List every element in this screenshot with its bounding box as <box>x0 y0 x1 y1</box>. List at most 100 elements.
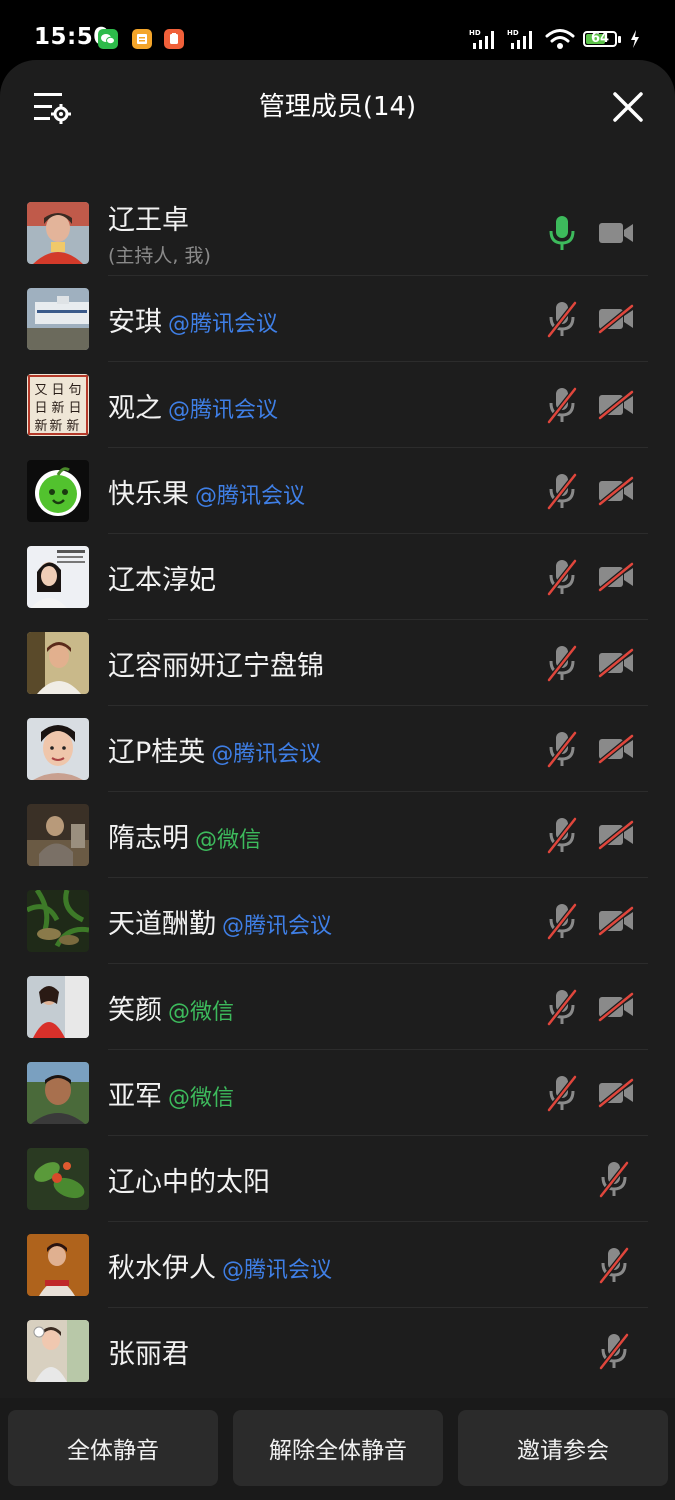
status-icons: HD HD 64 <box>469 28 641 50</box>
member-row[interactable]: 亚军 @微信 <box>0 1050 675 1136</box>
member-list: 辽王卓 (主持人, 我) 安琪 @腾讯会议 句日新 日新新 又日新 观之 @腾讯… <box>0 190 675 1394</box>
camera-off-icon[interactable] <box>598 218 634 248</box>
member-row[interactable]: 快乐果 @腾讯会议 <box>0 448 675 534</box>
microphone-muted-icon[interactable] <box>598 1332 630 1370</box>
member-source-tag: @腾讯会议 <box>195 483 306 509</box>
microphone-muted-icon[interactable] <box>546 386 578 424</box>
camera-muted-icon[interactable] <box>598 390 634 420</box>
camera-muted-icon[interactable] <box>598 906 634 936</box>
member-name-block: 辽心中的太阳 <box>108 1136 270 1222</box>
member-name-block: 辽P桂英 @腾讯会议 <box>108 706 321 792</box>
member-name-block: 亚军 @微信 <box>108 1050 234 1136</box>
avatar <box>27 546 89 608</box>
member-name: 秋水伊人 <box>108 1252 216 1284</box>
avatar <box>27 976 89 1038</box>
member-name: 辽心中的太阳 <box>108 1166 270 1198</box>
avatar <box>27 1234 89 1296</box>
unmute-all-button[interactable]: 解除全体静音 <box>233 1410 443 1486</box>
close-icon <box>613 92 643 122</box>
member-name: 张丽君 <box>108 1338 189 1370</box>
wifi-icon <box>545 29 575 49</box>
microphone-active-icon[interactable] <box>546 214 578 252</box>
member-source-tag: @微信 <box>168 1085 235 1111</box>
member-row[interactable]: 安琪 @腾讯会议 <box>0 276 675 362</box>
app-icon <box>164 29 184 49</box>
member-name: 安琪 <box>108 306 162 338</box>
avatar: 句日新 日新新 又日新 <box>27 374 89 436</box>
avatar <box>27 632 89 694</box>
member-row[interactable]: 辽本淳妃 <box>0 534 675 620</box>
hd-signal-icon: HD <box>507 29 532 49</box>
microphone-muted-icon[interactable] <box>546 988 578 1026</box>
microphone-muted-icon[interactable] <box>546 300 578 338</box>
member-source-tag: @腾讯会议 <box>168 397 279 423</box>
member-row[interactable]: 辽容丽妍辽宁盘锦 <box>0 620 675 706</box>
member-name-block: 辽容丽妍辽宁盘锦 <box>108 620 324 706</box>
microphone-muted-icon[interactable] <box>598 1246 630 1284</box>
member-name-block: 辽王卓 (主持人, 我) <box>108 190 211 276</box>
member-name: 快乐果 <box>108 478 189 510</box>
invite-button[interactable]: 邀请参会 <box>458 1410 668 1486</box>
member-row[interactable]: 辽心中的太阳 <box>0 1136 675 1222</box>
member-source-tag: @腾讯会议 <box>211 741 322 767</box>
microphone-muted-icon[interactable] <box>546 902 578 940</box>
member-name: 亚军 <box>108 1080 162 1112</box>
camera-muted-icon[interactable] <box>598 1078 634 1108</box>
microphone-muted-icon[interactable] <box>546 730 578 768</box>
microphone-muted-icon[interactable] <box>546 472 578 510</box>
member-row[interactable]: 隋志明 @微信 <box>0 792 675 878</box>
avatar <box>27 804 89 866</box>
member-name-block: 秋水伊人 @腾讯会议 <box>108 1222 332 1308</box>
avatar <box>27 288 89 350</box>
member-name-block: 隋志明 @微信 <box>108 792 261 878</box>
member-name: 笑颜 <box>108 994 162 1026</box>
microphone-muted-icon[interactable] <box>546 644 578 682</box>
member-row[interactable]: 句日新 日新新 又日新 观之 @腾讯会议 <box>0 362 675 448</box>
member-name: 辽P桂英 <box>108 736 206 768</box>
status-bar: 15:50 HD HD 64 <box>0 0 675 60</box>
battery-icon: 64 <box>583 31 621 47</box>
member-name-block: 观之 @腾讯会议 <box>108 362 278 448</box>
close-button[interactable] <box>611 90 645 124</box>
member-role: (主持人, 我) <box>108 245 211 267</box>
camera-muted-icon[interactable] <box>598 992 634 1022</box>
bottom-action-bar: 全体静音 解除全体静音 邀请参会 <box>0 1398 675 1500</box>
member-name: 辽王卓 <box>108 205 189 236</box>
avatar <box>27 1320 89 1382</box>
sheet-header: 管理成员(14) <box>0 60 675 150</box>
member-row[interactable]: 秋水伊人 @腾讯会议 <box>0 1222 675 1308</box>
avatar <box>27 718 89 780</box>
mute-all-button[interactable]: 全体静音 <box>8 1410 218 1486</box>
member-name-block: 快乐果 @腾讯会议 <box>108 448 305 534</box>
member-name-block: 安琪 @腾讯会议 <box>108 276 278 362</box>
page-title: 管理成员(14) <box>258 92 417 122</box>
member-row[interactable]: 天道酬勤 @腾讯会议 <box>0 878 675 964</box>
member-row[interactable]: 张丽君 <box>0 1308 675 1394</box>
camera-muted-icon[interactable] <box>598 476 634 506</box>
avatar <box>27 460 89 522</box>
member-source-tag: @微信 <box>195 827 262 853</box>
member-source-tag: @腾讯会议 <box>222 913 333 939</box>
member-source-tag: @腾讯会议 <box>168 311 279 337</box>
camera-muted-icon[interactable] <box>598 734 634 764</box>
svg-text:HD: HD <box>469 29 481 37</box>
member-source-tag: @腾讯会议 <box>222 1257 333 1283</box>
member-name-block: 天道酬勤 @腾讯会议 <box>108 878 332 964</box>
camera-muted-icon[interactable] <box>598 304 634 334</box>
wechat-icon <box>98 29 118 49</box>
microphone-muted-icon[interactable] <box>598 1160 630 1198</box>
member-row[interactable]: 辽王卓 (主持人, 我) <box>0 190 675 276</box>
avatar-calligraphy: 句日新 日新新 又日新 <box>34 383 83 434</box>
member-row[interactable]: 辽P桂英 @腾讯会议 <box>0 706 675 792</box>
charging-icon <box>631 30 639 48</box>
microphone-muted-icon[interactable] <box>546 816 578 854</box>
camera-muted-icon[interactable] <box>598 648 634 678</box>
camera-muted-icon[interactable] <box>598 820 634 850</box>
camera-muted-icon[interactable] <box>598 562 634 592</box>
member-row[interactable]: 笑颜 @微信 <box>0 964 675 1050</box>
member-source-tag: @微信 <box>168 999 235 1025</box>
members-sheet: 管理成员(14) 辽王卓 (主持人, 我) 安琪 @腾讯会议 句日新 日新新 又… <box>0 60 675 1500</box>
microphone-muted-icon[interactable] <box>546 1074 578 1112</box>
member-name-block: 张丽君 <box>108 1308 189 1394</box>
microphone-muted-icon[interactable] <box>546 558 578 596</box>
